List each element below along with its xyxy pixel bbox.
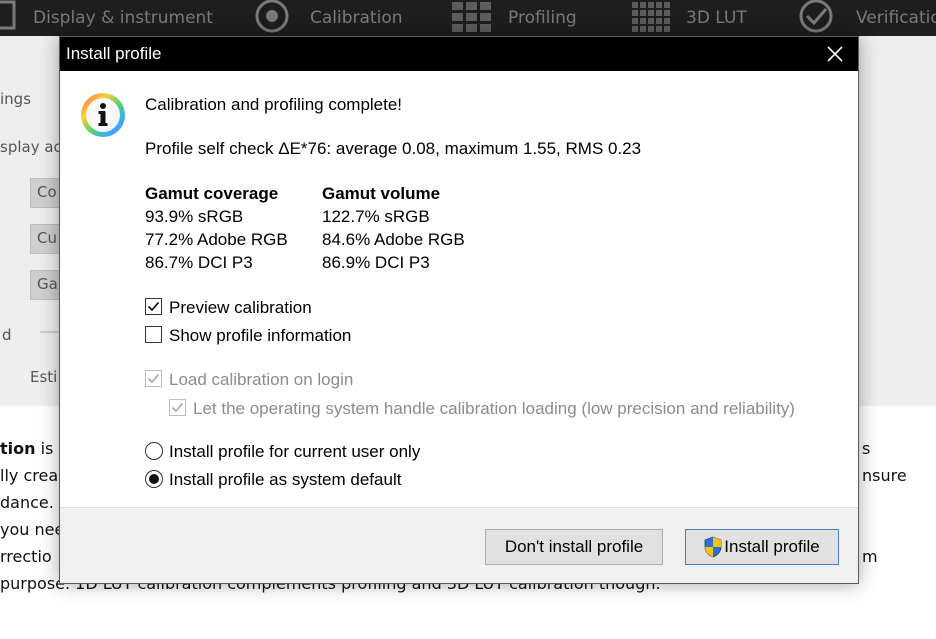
slider-track[interactable] — [40, 331, 60, 333]
display-icon — [0, 0, 16, 30]
info-bold: tion — [0, 439, 36, 458]
dialog-title: Install profile — [66, 44, 162, 63]
gamut-coverage-value: 86.7% DCI P3 — [145, 253, 253, 272]
toolbar-label: 3D LUT — [686, 8, 747, 28]
info-line-right: s — [862, 439, 871, 458]
install-system-default-radio[interactable] — [145, 470, 163, 488]
gamut-coverage-value: 77.2% Adobe RGB — [145, 230, 288, 249]
load-calibration-label: Load calibration on login — [169, 370, 354, 389]
self-check-text: Profile self check ΔE*76: average 0.08, … — [145, 139, 642, 158]
grid-icon — [452, 2, 491, 32]
info-line: rrectio — [0, 547, 52, 566]
dialog-footer: Don't install profile Install profile — [60, 507, 858, 583]
dialog-content: Calibration and profiling complete! Prof… — [60, 71, 858, 507]
preview-calibration-label[interactable]: Preview calibration — [169, 298, 312, 318]
completion-message: Calibration and profiling complete! — [145, 95, 403, 114]
toolbar-label: Profiling — [508, 8, 577, 28]
target-icon — [255, 0, 289, 33]
app-toolbar: Display & instrument Calibration Profili… — [0, 0, 936, 36]
info-line: you nee — [0, 520, 65, 539]
install-system-default-label[interactable]: Install profile as system default — [169, 470, 401, 490]
toolbar-label: Display & instrument — [33, 8, 213, 28]
checkmark-icon — [147, 373, 160, 384]
toolbar-tab-display-instrument[interactable]: Display & instrument — [0, 0, 213, 36]
toolbar-tab-calibration[interactable]: Calibration — [252, 0, 403, 36]
os-handle-calibration-label: Let the operating system handle calibrat… — [193, 399, 795, 418]
gamut-volume-heading: Gamut volume — [322, 184, 441, 203]
toolbar-tab-profiling[interactable]: Profiling — [452, 0, 577, 36]
load-calibration-checkbox — [145, 370, 162, 387]
cube-icon — [632, 2, 670, 32]
preview-calibration-checkbox[interactable] — [145, 298, 162, 315]
dont-install-profile-button[interactable]: Don't install profile — [485, 529, 663, 565]
gamut-volume-value: 84.6% Adobe RGB — [322, 230, 465, 249]
settings-heading: ings — [0, 90, 32, 108]
install-profile-dialog: Install profile Calibration and profilin… — [59, 36, 859, 584]
info-icon — [81, 93, 125, 137]
gamut-coverage-heading: Gamut coverage — [145, 184, 279, 203]
install-current-user-radio[interactable] — [145, 442, 163, 460]
info-line-right: m — [862, 547, 878, 566]
checkmark-icon — [171, 402, 184, 413]
dialog-titlebar[interactable]: Install profile — [60, 37, 858, 71]
radio-selected-dot — [149, 474, 159, 484]
gamut-coverage-value: 93.9% sRGB — [145, 207, 244, 226]
info-line: lly crea — [0, 466, 59, 485]
button-label: Don't install profile — [504, 537, 644, 556]
shield-icon — [704, 536, 722, 558]
info-line-right: nsure — [862, 466, 907, 485]
gamut-volume-value: 86.9% DCI P3 — [322, 253, 430, 272]
setting-label-d: d — [2, 326, 12, 344]
toolbar-tab-3d-lut[interactable]: 3D LUT — [630, 0, 747, 36]
toolbar-label: Verificatio — [856, 8, 936, 28]
close-icon — [827, 46, 843, 62]
estimate-label: Esti — [30, 368, 58, 386]
display-label: splay ac — [0, 138, 62, 156]
gamut-volume-value: 122.7% sRGB — [322, 207, 430, 226]
show-profile-info-checkbox[interactable] — [145, 326, 162, 343]
toolbar-tab-verification[interactable]: Verificatio — [796, 0, 936, 36]
install-current-user-label[interactable]: Install profile for current user only — [169, 442, 420, 462]
install-profile-button[interactable]: Install profile — [685, 529, 839, 565]
button-label: Install profile — [724, 537, 820, 556]
checkmark-icon — [147, 301, 160, 312]
checkmark-icon — [799, 0, 833, 33]
toolbar-label: Calibration — [310, 8, 403, 28]
show-profile-info-label[interactable]: Show profile information — [169, 326, 351, 346]
close-button[interactable] — [812, 37, 858, 71]
os-handle-calibration-checkbox — [169, 399, 186, 416]
